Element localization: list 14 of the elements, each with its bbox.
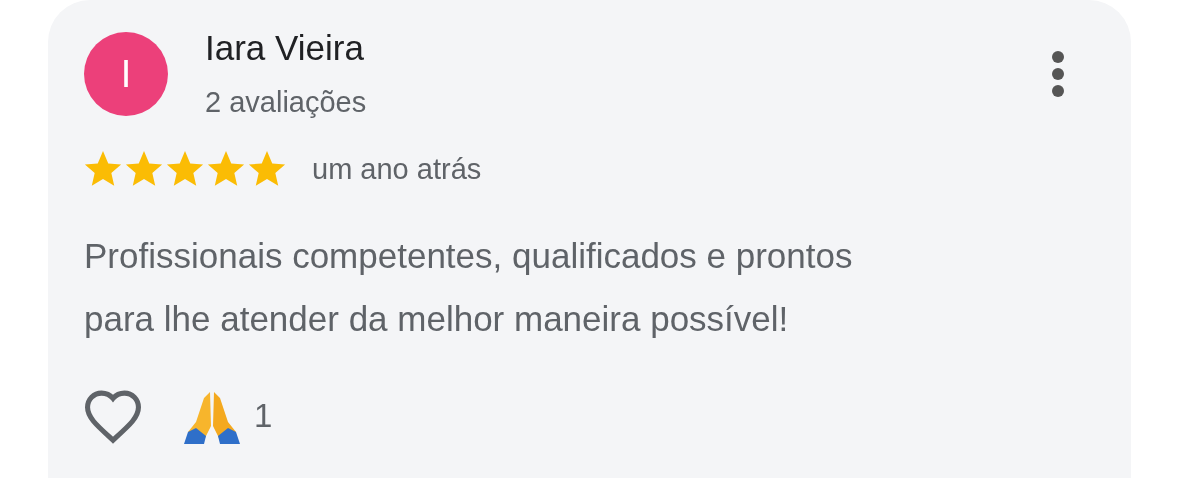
star-icon — [84, 150, 122, 188]
star-icon — [125, 150, 163, 188]
review-count: 2 avaliações — [205, 85, 368, 120]
like-button[interactable] — [82, 388, 144, 444]
author-name: Iara Vieira — [205, 28, 365, 68]
star-icon — [207, 150, 245, 188]
more-icon — [1051, 50, 1065, 98]
review-text: Profissionais competentes, qualificados e prontos para lhe atender da melhor maneira possível! — [84, 235, 854, 340]
reaction-count: 1 — [254, 397, 273, 435]
review-time: um ano atrás — [312, 152, 482, 186]
star-icon — [248, 150, 286, 188]
reaction-button[interactable]: 1 — [184, 388, 273, 444]
star-icon — [166, 150, 204, 188]
avatar: I — [84, 32, 168, 116]
